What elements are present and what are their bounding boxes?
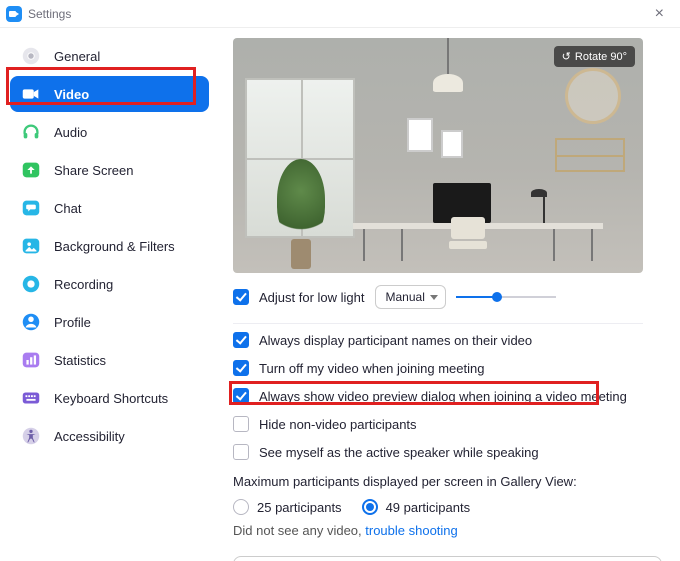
sidebar-item-keyboard-shortcuts[interactable]: Keyboard Shortcuts <box>10 380 209 416</box>
sidebar-item-video[interactable]: Video <box>10 76 209 112</box>
zoom-app-icon <box>6 6 22 22</box>
low-light-slider[interactable] <box>456 290 556 304</box>
sidebar-item-general[interactable]: General <box>10 38 209 74</box>
turn-off-video-label: Turn off my video when joining meeting <box>259 361 484 376</box>
rotate-label: Rotate 90° <box>575 51 627 63</box>
display-names-label: Always display participant names on thei… <box>259 333 532 348</box>
headphones-icon <box>20 121 42 143</box>
sidebar-item-label: Profile <box>54 315 91 330</box>
sidebar-item-label: Recording <box>54 277 113 292</box>
show-preview-dialog-label: Always show video preview dialog when jo… <box>259 389 627 404</box>
adjust-low-light-checkbox[interactable] <box>233 289 249 305</box>
sidebar-item-label: Share Screen <box>54 163 134 178</box>
troubleshooting-link[interactable]: trouble shooting <box>365 523 458 538</box>
sidebar-item-background-filters[interactable]: Background & Filters <box>10 228 209 264</box>
see-self-active-label: See myself as the active speaker while s… <box>259 445 539 460</box>
video-icon <box>20 83 42 105</box>
sidebar-item-label: Accessibility <box>54 429 125 444</box>
hide-nonvideo-label: Hide non-video participants <box>259 417 417 432</box>
titlebar: Settings × <box>0 0 680 28</box>
sidebar-item-share-screen[interactable]: Share Screen <box>10 152 209 188</box>
gear-icon <box>20 45 42 67</box>
sidebar-item-label: Video <box>54 87 89 102</box>
low-light-mode-select[interactable]: Manual <box>375 285 446 309</box>
gallery-25-label: 25 participants <box>257 500 342 515</box>
sidebar-item-label: Chat <box>54 201 81 216</box>
hide-nonvideo-checkbox[interactable] <box>233 416 249 432</box>
settings-content: ↺ Rotate 90° Adjust for low light Manual… <box>215 28 680 561</box>
sidebar-item-chat[interactable]: Chat <box>10 190 209 226</box>
rotate-icon: ↺ <box>562 50 571 63</box>
adjust-low-light-label: Adjust for low light <box>259 290 365 305</box>
sidebar-item-profile[interactable]: Profile <box>10 304 209 340</box>
close-button[interactable]: × <box>649 3 670 25</box>
see-self-active-checkbox[interactable] <box>233 444 249 460</box>
turn-off-video-checkbox[interactable] <box>233 360 249 376</box>
profile-icon <box>20 311 42 333</box>
statistics-icon <box>20 349 42 371</box>
sidebar-item-accessibility[interactable]: Accessibility <box>10 418 209 454</box>
advanced-button[interactable]: Advanced <box>233 556 662 561</box>
background-filters-icon <box>20 235 42 257</box>
gallery-49-label: 49 participants <box>386 500 471 515</box>
sidebar-item-label: General <box>54 49 100 64</box>
divider <box>233 323 643 324</box>
sidebar-item-recording[interactable]: Recording <box>10 266 209 302</box>
gallery-view-label: Maximum participants displayed per scree… <box>233 474 662 489</box>
sidebar-item-audio[interactable]: Audio <box>10 114 209 150</box>
keyboard-icon <box>20 387 42 409</box>
sidebar-item-statistics[interactable]: Statistics <box>10 342 209 378</box>
sidebar-item-label: Keyboard Shortcuts <box>54 391 168 406</box>
share-screen-icon <box>20 159 42 181</box>
gallery-49-radio[interactable] <box>362 499 378 515</box>
video-preview: ↺ Rotate 90° <box>233 38 643 273</box>
sidebar-item-label: Audio <box>54 125 87 140</box>
display-names-checkbox[interactable] <box>233 332 249 348</box>
recording-icon <box>20 273 42 295</box>
no-video-help-text: Did not see any video, <box>233 523 365 538</box>
window-title: Settings <box>28 7 71 21</box>
chat-icon <box>20 197 42 219</box>
sidebar-item-label: Statistics <box>54 353 106 368</box>
gallery-25-radio[interactable] <box>233 499 249 515</box>
accessibility-icon <box>20 425 42 447</box>
show-preview-dialog-checkbox[interactable] <box>233 388 249 404</box>
sidebar-item-label: Background & Filters <box>54 239 175 254</box>
rotate-90-button[interactable]: ↺ Rotate 90° <box>554 46 635 67</box>
settings-sidebar: General Video Audio Share Screen Chat Ba <box>0 28 215 561</box>
